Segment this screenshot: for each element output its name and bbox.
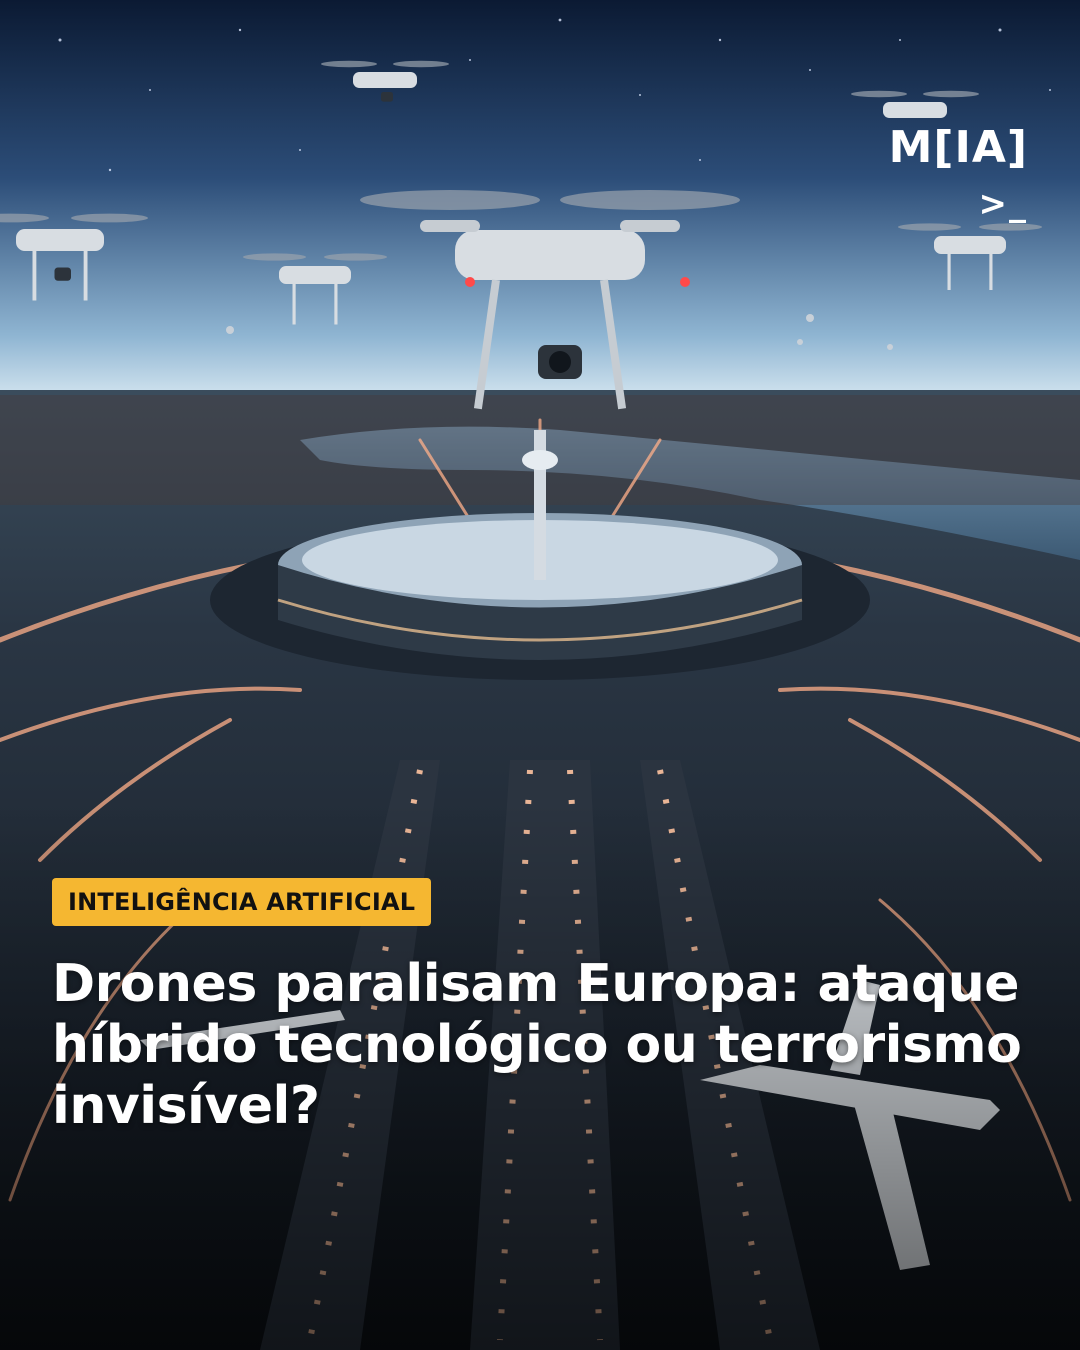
post-card: M[IA] >_ INTELIGÊNCIA ARTIFICIAL Drones … bbox=[0, 0, 1080, 1350]
brand-logo: M[IA] >_ bbox=[889, 122, 1028, 224]
terminal-prompt-icon: >_ bbox=[978, 184, 1028, 224]
logo-text: M[IA] bbox=[888, 122, 1028, 173]
category-badge: INTELIGÊNCIA ARTIFICIAL bbox=[52, 878, 432, 926]
headline: Drones paralisam Europa: ataque híbrido … bbox=[52, 954, 1022, 1136]
